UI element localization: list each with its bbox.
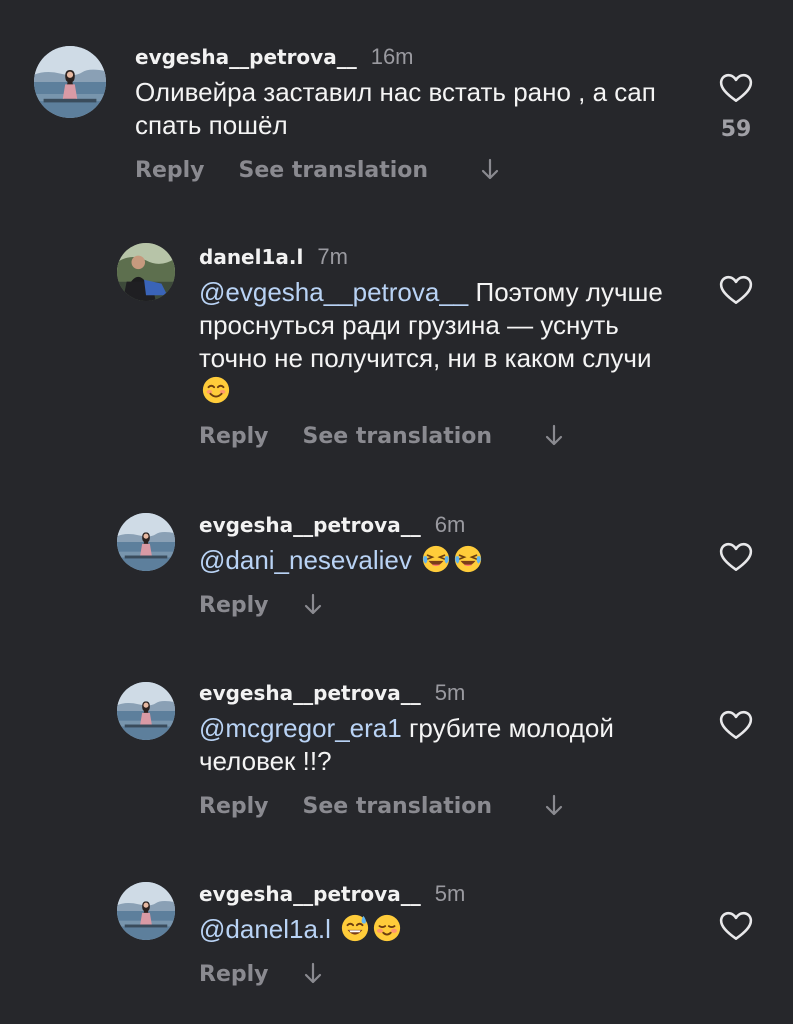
comment-username[interactable]: evgesha__petrova__ <box>199 877 421 911</box>
comment-meta: evgesha__petrova__ 16m <box>135 40 695 74</box>
comment-username[interactable]: evgesha__petrova__ <box>199 508 421 542</box>
tears-of-joy-emoji <box>453 544 483 574</box>
comment-time: 7m <box>317 244 348 269</box>
mention-link[interactable]: @mcgregor_era1 <box>199 713 402 743</box>
smiling-face-emoji <box>201 375 231 405</box>
avatar[interactable] <box>117 682 175 740</box>
like-area <box>716 709 756 748</box>
avatar[interactable] <box>34 46 106 118</box>
blushing-face-emoji <box>372 913 402 943</box>
heart-outline-icon[interactable] <box>719 709 753 743</box>
like-area <box>716 541 756 580</box>
comment-meta: evgesha__petrova__ 5m <box>199 877 679 911</box>
like-area: 59 <box>716 72 756 142</box>
comment-text: @evgesha__petrova__ Поэтому лучше просну… <box>199 276 679 408</box>
heart-outline-icon[interactable] <box>719 910 753 944</box>
avatar[interactable] <box>117 882 175 940</box>
mention-link[interactable]: @danel1a.l <box>199 914 331 944</box>
sweat-smile-emoji <box>340 913 370 943</box>
reply-button[interactable]: Reply <box>199 794 269 819</box>
comment-body: evgesha__petrova__ 5m @danel1a.l Reply <box>199 877 679 994</box>
comment-text: @dani_nesevaliev <box>199 544 679 577</box>
avatar[interactable] <box>117 513 175 571</box>
comment-time: 5m <box>434 680 466 705</box>
reply-button[interactable]: Reply <box>199 962 269 987</box>
see-translation-button[interactable]: See translation <box>239 158 429 183</box>
like-area <box>716 910 756 949</box>
comment-actions: Reply See translation <box>199 416 679 456</box>
heart-outline-icon[interactable] <box>719 274 753 308</box>
comment-actions: Reply See translation <box>199 786 679 826</box>
arrow-down-icon[interactable] <box>544 794 564 818</box>
avatar[interactable] <box>117 243 175 301</box>
comment-username[interactable]: danel1a.l <box>199 240 303 274</box>
comment-time: 5m <box>434 881 466 906</box>
mention-link[interactable]: @dani_nesevaliev <box>199 545 412 575</box>
like-count: 59 <box>720 117 752 142</box>
avatar-photo-icon <box>117 882 175 940</box>
see-translation-button[interactable]: See translation <box>303 424 493 449</box>
comment-body: evgesha__petrova__ 6m @dani_nesevaliev R… <box>199 508 679 625</box>
avatar-photo-icon <box>117 243 175 301</box>
comment-username[interactable]: evgesha__petrova__ <box>199 676 421 710</box>
comment-text-content: Оливейра заставил нас встать рано , а са… <box>135 77 656 140</box>
mention-link[interactable]: @evgesha__petrova__ <box>199 277 468 307</box>
comment-actions: Reply <box>199 585 679 625</box>
comment-text: @mcgregor_era1 грубите молодой человек !… <box>199 712 679 778</box>
avatar-photo-icon <box>34 46 106 118</box>
comment-meta: evgesha__petrova__ 6m <box>199 508 679 542</box>
comment-meta: danel1a.l 7m <box>199 240 679 274</box>
avatar-photo-icon <box>117 682 175 740</box>
see-translation-button[interactable]: See translation <box>303 794 493 819</box>
comment-text: @danel1a.l <box>199 913 679 946</box>
arrow-down-icon[interactable] <box>544 424 564 448</box>
comment-body: danel1a.l 7m @evgesha__petrova__ Поэтому… <box>199 240 679 456</box>
comment-body: evgesha__petrova__ 5m @mcgregor_era1 гру… <box>199 676 679 826</box>
heart-outline-icon[interactable] <box>719 72 753 106</box>
comment-body: evgesha__petrova__ 16m Оливейра заставил… <box>135 40 695 190</box>
comment-actions: Reply See translation <box>135 150 695 190</box>
comment-time: 6m <box>434 512 466 537</box>
like-area <box>716 274 756 313</box>
comment-username[interactable]: evgesha__petrova__ <box>135 40 357 74</box>
reply-button[interactable]: Reply <box>199 593 269 618</box>
tears-of-joy-emoji <box>421 544 451 574</box>
arrow-down-icon[interactable] <box>303 593 323 617</box>
arrow-down-icon[interactable] <box>480 158 500 182</box>
comment-text: Оливейра заставил нас встать рано , а са… <box>135 76 695 142</box>
comment-time: 16m <box>370 44 414 69</box>
avatar-photo-icon <box>117 513 175 571</box>
arrow-down-icon[interactable] <box>303 962 323 986</box>
heart-outline-icon[interactable] <box>719 541 753 575</box>
reply-button[interactable]: Reply <box>135 158 205 183</box>
comment-actions: Reply <box>199 954 679 994</box>
comment-meta: evgesha__petrova__ 5m <box>199 676 679 710</box>
reply-button[interactable]: Reply <box>199 424 269 449</box>
